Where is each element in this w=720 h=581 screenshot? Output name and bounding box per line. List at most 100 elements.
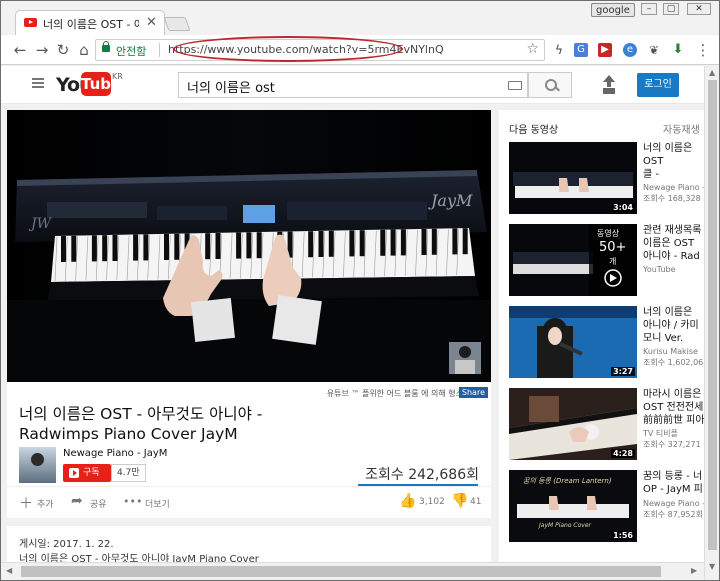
black-key: [143, 234, 149, 261]
add-label[interactable]: 추가: [37, 497, 54, 510]
minimize-button[interactable]: –: [641, 3, 657, 15]
youtube-favicon-icon: [24, 18, 37, 27]
share-badge[interactable]: Share: [458, 387, 488, 398]
video-player[interactable]: JayM JW: [7, 110, 491, 382]
black-key: [462, 228, 468, 255]
black-key: [61, 236, 66, 262]
item-title[interactable]: 마라시 이름은 OST 전전전세 前前前世 피아: [643, 388, 704, 427]
item-channel: Kurisu Makise: [643, 347, 698, 356]
video-info: 유튜브 ™ 플위한 어드 블룸 에 의해 형소 Share 너의 이름은 OST…: [7, 382, 491, 518]
youtube-page: You Tube KR 너의 이름은 ost 로그인 JayM JW 유튜브 ™…: [1, 66, 704, 562]
action-bar: ＋ 추가 ➦ 공유 ••• 더보기 👍 3,102 👎 41: [7, 486, 491, 518]
list-item[interactable]: 4:28 마라시 이름은 OST 전전전세 前前前世 피아 TV 티비플 조회수…: [509, 388, 704, 460]
new-tab-button[interactable]: [163, 17, 191, 31]
black-key: [215, 233, 221, 259]
piano-video-frame: JayM JW: [7, 110, 491, 382]
upload-icon[interactable]: [602, 75, 616, 93]
maximize-button[interactable]: ▢: [663, 3, 679, 15]
add-icon[interactable]: ＋: [19, 493, 33, 513]
search-button[interactable]: [528, 72, 572, 98]
autoplay-label[interactable]: 자동재생: [663, 121, 700, 136]
tab-title: 너의 이름은 OST - 아: [43, 18, 139, 31]
more-label[interactable]: 더보기: [145, 497, 170, 510]
item-views: 조회수 1,602,06: [643, 358, 704, 367]
list-item[interactable]: 동영상 50+ 개 관련 재생목록 이름은 OST 아니야 - Rad YouT…: [509, 224, 704, 296]
duration-badge: 4:28: [611, 449, 635, 458]
black-key: [431, 228, 437, 255]
item-views: 조회수 87,952회: [643, 510, 703, 519]
vertical-scrollbar[interactable]: ▲ ▼: [704, 66, 719, 580]
scroll-down-icon[interactable]: ▼: [709, 562, 715, 571]
video-thumbnail[interactable]: 꿈의 등롱 (Dream Lantern) JayM Piano Cover 1…: [509, 470, 637, 542]
dislike-thumb-icon[interactable]: 👎: [451, 493, 468, 509]
leaf-icon[interactable]: ❦: [647, 43, 661, 57]
item-title[interactable]: 너의 이름은 아니야 / 카미 모니 Ver.: [643, 306, 704, 345]
like-count: 3,102: [419, 497, 445, 507]
item-title[interactable]: 너의 이름은 OST 클 - Radwimps cover: [643, 142, 704, 181]
chrome-badge-icon[interactable]: e: [623, 43, 637, 57]
black-key: [71, 235, 77, 262]
svg-text:JW: JW: [28, 216, 53, 232]
video-thumbnail[interactable]: 4:28: [509, 388, 637, 460]
dislike-count: 41: [470, 497, 482, 507]
horizontal-scroll-thumb[interactable]: [21, 566, 661, 577]
scroll-up-icon[interactable]: ▲: [709, 68, 715, 77]
browser-menu-icon[interactable]: ⋮: [694, 41, 712, 59]
close-window-button[interactable]: ✕: [687, 3, 711, 15]
region-label: KR: [112, 72, 123, 81]
scroll-right-icon[interactable]: ▶: [691, 566, 697, 575]
list-item[interactable]: 3:27 너의 이름은 아니야 / 카미 모니 Ver. Kurisu Maki…: [509, 306, 704, 378]
scroll-left-icon[interactable]: ◀: [6, 566, 12, 575]
channel-name[interactable]: Newage Piano - JayM: [63, 448, 167, 459]
youtube-logo-tube[interactable]: Tube: [81, 72, 121, 96]
list-item[interactable]: 3:04 너의 이름은 OST 클 - Radwimps cover Newag…: [509, 142, 704, 214]
guide-menu-icon[interactable]: [32, 78, 44, 88]
black-key: [205, 233, 211, 260]
playlist-count: 50+: [599, 240, 627, 255]
like-thumb-icon[interactable]: 👍: [399, 493, 416, 509]
profile-button[interactable]: google: [591, 3, 635, 17]
list-item[interactable]: 꿈의 등롱 (Dream Lantern) JayM Piano Cover 1…: [509, 470, 704, 542]
record-icon[interactable]: ▶: [598, 43, 612, 57]
login-button[interactable]: 로그인: [637, 73, 679, 97]
item-title[interactable]: 관련 재생목록 이름은 OST 아니야 - Rad: [643, 224, 704, 263]
home-icon[interactable]: ⌂: [75, 41, 93, 59]
translate-icon[interactable]: G: [574, 43, 588, 57]
item-channel: Newage Piano -: [643, 499, 704, 508]
omnibox-separator: [159, 43, 160, 57]
secure-label: 안전함: [116, 45, 147, 58]
lightning-icon[interactable]: ϟ: [552, 43, 566, 57]
playlist-thumbnail[interactable]: 동영상 50+ 개: [509, 224, 637, 296]
search-input[interactable]: 너의 이름은 ost: [178, 72, 528, 98]
black-key: [236, 232, 242, 259]
duration-badge: 3:04: [611, 203, 635, 212]
tab-close-icon[interactable]: ✕: [146, 15, 157, 30]
item-channel: YouTube: [643, 265, 676, 274]
address-bar[interactable]: 안전함 https://www.youtube.com/watch?v=5rm4…: [95, 36, 545, 62]
video-thumbnail[interactable]: 3:27: [509, 306, 637, 378]
duration-badge: 3:27: [611, 367, 635, 376]
back-icon[interactable]: ←: [11, 41, 29, 59]
item-channel: TV 티비플: [643, 429, 678, 438]
lock-icon: [102, 41, 110, 52]
subscribe-button[interactable]: 구독: [63, 464, 111, 482]
share-arrow-icon[interactable]: ➦: [71, 493, 83, 509]
vertical-scroll-thumb[interactable]: [708, 80, 717, 550]
more-dots-icon[interactable]: •••: [123, 495, 142, 508]
channel-avatar[interactable]: [19, 447, 56, 483]
bookmark-star-icon[interactable]: ☆: [526, 41, 539, 57]
black-key: [133, 234, 139, 261]
share-label[interactable]: 공유: [90, 497, 107, 510]
keyboard-icon[interactable]: [508, 81, 522, 90]
forward-icon[interactable]: →: [33, 41, 51, 59]
item-views: 조회수 327,271: [643, 440, 701, 449]
video-thumbnail[interactable]: 3:04: [509, 142, 637, 214]
tab-youtube[interactable]: 너의 이름은 OST - 아 ✕: [15, 10, 165, 36]
reload-icon[interactable]: ↻: [54, 41, 72, 59]
download-arrow-icon[interactable]: ⬇: [671, 43, 685, 57]
url-highlight-oval: [173, 36, 403, 62]
horizontal-scrollbar[interactable]: ◀ ▶: [1, 562, 704, 580]
black-key: [318, 231, 324, 257]
up-next-heading: 다음 동영상: [509, 125, 559, 136]
black-key: [349, 230, 355, 257]
